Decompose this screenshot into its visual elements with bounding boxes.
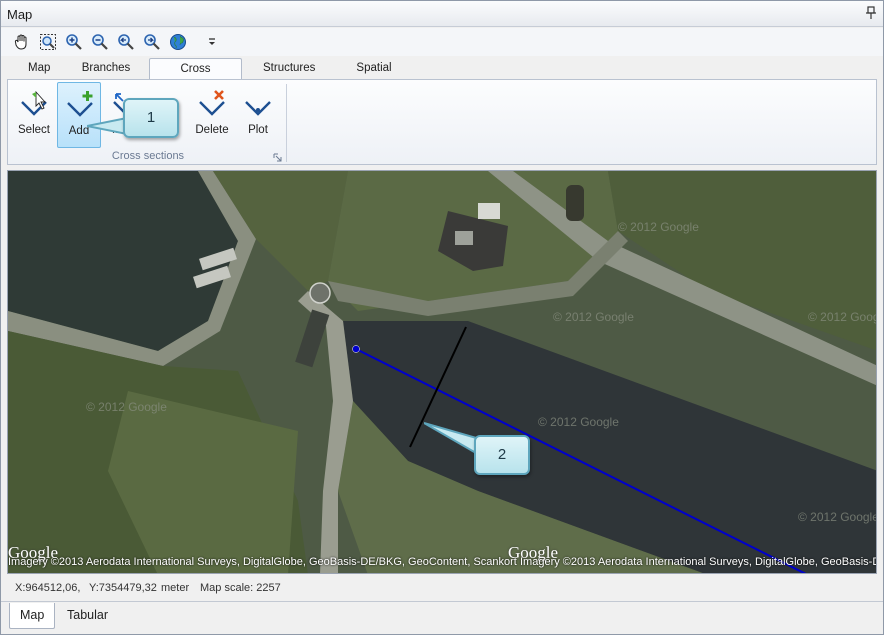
- zoom-in-icon[interactable]: [64, 32, 84, 52]
- overflow-icon[interactable]: [202, 32, 222, 52]
- watermark-text: © 2012 Google: [553, 310, 634, 324]
- select-button-label: Select: [18, 124, 50, 136]
- plot-cross-section-icon: [245, 101, 271, 116]
- callout-1-label: 1: [123, 98, 179, 138]
- ribbon-tabs: Map Branches Cross sections Structures S…: [1, 56, 883, 95]
- watermark-text: © 2012 Google: [538, 415, 619, 429]
- ribbon-separator: [286, 84, 287, 162]
- status-x-coordinate: X:964512,06,: [15, 582, 81, 594]
- callout-2: 2: [424, 422, 530, 475]
- zoom-next-icon[interactable]: [142, 32, 162, 52]
- status-map-scale: Map scale: 2257: [200, 582, 281, 594]
- tab-spatial-data[interactable]: Spatial data: [335, 58, 413, 94]
- quick-toolbar: [1, 28, 883, 56]
- window-title: Map: [7, 7, 33, 22]
- zoom-out-icon[interactable]: [90, 32, 110, 52]
- callout-1: 1: [87, 98, 179, 138]
- tab-structures[interactable]: Structures: [253, 58, 323, 80]
- tab-cross-sections[interactable]: Cross sections: [149, 58, 242, 95]
- attribution-left: Imagery ©2013 Aerodata International Sur…: [8, 556, 517, 568]
- satellite-imagery: © 2012 Google © 2012 Google © 2012 Googl…: [8, 171, 877, 573]
- zoom-previous-icon[interactable]: [116, 32, 136, 52]
- globe-icon[interactable]: [168, 32, 188, 52]
- watermark-text: © 2012 Google: [618, 220, 699, 234]
- zoom-rectangle-icon[interactable]: [38, 32, 58, 52]
- delete-button-label: Delete: [195, 124, 229, 136]
- callout-1-pointer: [87, 116, 127, 136]
- tab-branches[interactable]: Branches: [71, 58, 141, 80]
- callout-2-pointer: [424, 422, 480, 455]
- plot-button[interactable]: Plot: [236, 82, 280, 148]
- bottom-tab-tabular[interactable]: Tabular: [57, 603, 118, 629]
- ribbon-group-label: Cross sections: [111, 150, 185, 162]
- dialog-launcher-icon[interactable]: [273, 153, 282, 162]
- status-bar: X:964512,06, Y:7354479,32 meter Map scal…: [1, 577, 883, 601]
- map-window: Map Map Branches Cross Structures Spatia…: [0, 0, 884, 635]
- tab-map[interactable]: Map: [18, 58, 60, 80]
- map-canvas[interactable]: © 2012 Google © 2012 Google © 2012 Googl…: [7, 170, 877, 574]
- plot-button-label: Plot: [248, 124, 268, 136]
- status-y-coordinate: Y:7354479,32: [89, 582, 157, 594]
- select-cross-section-icon: [21, 90, 47, 116]
- bottom-tab-map[interactable]: Map: [9, 603, 56, 629]
- delete-button[interactable]: Delete: [190, 82, 234, 148]
- watermark-text: © 2012 Google: [808, 310, 877, 324]
- watermark-text: © 2012 Google: [86, 400, 167, 414]
- pin-icon[interactable]: [865, 6, 877, 20]
- pan-hand-icon[interactable]: [12, 32, 32, 52]
- bottom-tabs: Map Tabular: [1, 601, 883, 634]
- add-button[interactable]: Add: [57, 82, 101, 148]
- title-bar: Map: [1, 1, 883, 27]
- callout-2-label: 2: [474, 435, 530, 475]
- watermark-text: © 2012 Google: [798, 510, 877, 524]
- status-unit: meter: [161, 582, 190, 594]
- branch-node[interactable]: [352, 345, 360, 353]
- delete-cross-section-icon: [199, 90, 225, 116]
- select-button[interactable]: Select: [12, 82, 56, 148]
- attribution-right: Imagery ©2013 Aerodata International Sur…: [520, 556, 876, 568]
